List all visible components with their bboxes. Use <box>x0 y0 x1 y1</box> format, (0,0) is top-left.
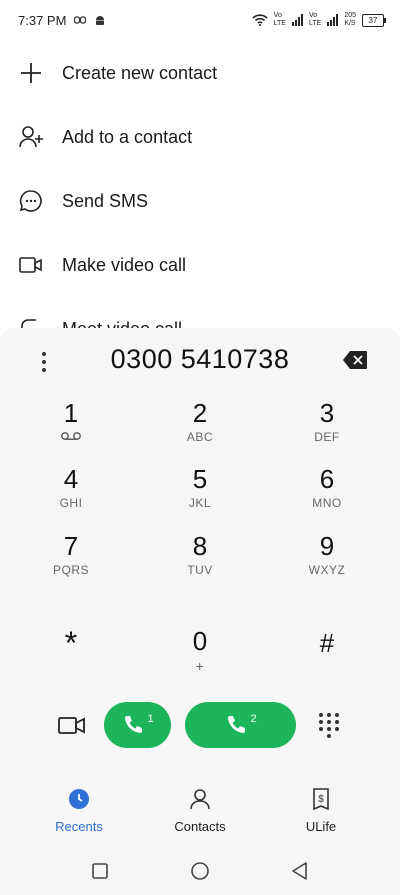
tab-contacts[interactable]: Contacts <box>145 788 255 834</box>
video-camera-icon <box>19 257 42 273</box>
key-digit: 6 <box>319 464 335 494</box>
phone-icon <box>125 716 143 733</box>
status-bar: 7:37 PM Vo LTE Vo LTE 205 K/S 37 <box>0 0 400 40</box>
key-letters: PQRS <box>52 563 89 577</box>
key-letters: ABC <box>186 430 214 444</box>
menu-item-label: Send SMS <box>62 190 149 211</box>
android-icon <box>96 16 105 25</box>
status-left: 7:37 PM <box>18 13 106 28</box>
tab-recents[interactable]: Recents <box>24 788 134 834</box>
recent-apps-icon[interactable] <box>87 858 113 884</box>
video-call-icon[interactable] <box>58 712 86 738</box>
home-icon[interactable] <box>187 858 213 884</box>
send-sms-item[interactable]: Send SMS <box>0 169 400 233</box>
number-actions-menu: Create new contact Add to a contact Send… <box>0 40 400 328</box>
menu-item-label: Add to a contact <box>62 126 193 147</box>
tab-label: ULife <box>305 819 337 834</box>
key-digit: 9 <box>319 531 335 561</box>
chat-bubble-icon <box>19 190 42 212</box>
call-sim2-button[interactable]: 2 <box>185 702 296 748</box>
svg-text:$: $ <box>318 794 324 805</box>
dialed-number[interactable]: 0300 5410738 <box>80 344 320 375</box>
menu-item-label: Create new contact <box>62 62 218 83</box>
key-letters: GHI <box>59 496 83 510</box>
status-right: Vo LTE Vo LTE 205 K/S 37 <box>252 12 386 28</box>
battery-icon: 37 <box>362 13 386 27</box>
link-icon <box>74 16 87 24</box>
volte-badge-1: Vo LTE <box>273 12 286 27</box>
key-1[interactable]: 1 <box>16 398 126 458</box>
key-6[interactable]: 6 MNO <box>272 464 382 524</box>
key-digit: * <box>64 625 78 661</box>
key-letters: JKL <box>188 496 212 510</box>
key-letters: MNO <box>312 496 342 510</box>
create-new-contact-item[interactable]: Create new contact <box>0 41 400 105</box>
more-options-icon[interactable] <box>36 350 52 374</box>
key-digit: 7 <box>63 531 79 561</box>
sim-label: 1 <box>147 713 154 725</box>
key-9[interactable]: 9 WXYZ <box>272 531 382 591</box>
key-hash[interactable]: # <box>272 628 382 688</box>
key-digit: 2 <box>192 398 208 428</box>
tab-label: Recents <box>55 819 103 834</box>
key-letters: DEF <box>314 430 340 444</box>
key-star[interactable]: * <box>16 625 126 688</box>
wifi-icon <box>252 14 268 26</box>
menu-item-label: Make video call <box>62 254 187 275</box>
back-icon[interactable] <box>287 858 313 884</box>
make-video-call-item[interactable]: Make video call <box>0 233 400 297</box>
status-time: 7:37 PM <box>18 12 67 28</box>
menu-item-label: Meet video call <box>62 319 182 329</box>
sim-label: 2 <box>250 713 257 725</box>
dialpad-panel: 0300 5410738 1 2 ABC 3 DEF 4 GHI 5 JKL 6… <box>0 328 400 895</box>
key-digit: 5 <box>192 464 208 494</box>
key-5[interactable]: 5 JKL <box>145 464 255 524</box>
key-digit: 3 <box>319 398 335 428</box>
plus-icon <box>21 63 41 83</box>
key-8[interactable]: 8 TUV <box>145 531 255 591</box>
dollar-tag-icon: $ <box>313 788 329 811</box>
tab-ulife[interactable]: $ ULife <box>266 788 376 834</box>
add-to-contact-item[interactable]: Add to a contact <box>0 105 400 169</box>
phone-icon <box>228 716 246 733</box>
signal-icon-1 <box>291 14 303 26</box>
key-digit: 8 <box>192 531 208 561</box>
clock-icon <box>69 789 89 809</box>
network-speed: 205 K/S <box>344 12 356 27</box>
key-2[interactable]: 2 ABC <box>145 398 255 458</box>
system-nav-bar <box>0 850 400 890</box>
bottom-tab-bar: Recents Contacts $ ULife <box>0 788 400 848</box>
call-sim1-button[interactable]: 1 <box>104 702 171 748</box>
key-letters: WXYZ <box>308 563 346 577</box>
meet-video-icon <box>21 319 36 328</box>
key-4[interactable]: 4 GHI <box>16 464 126 524</box>
key-digit: 4 <box>63 464 79 494</box>
key-digit: # <box>319 628 335 658</box>
key-digit: 0 <box>192 626 208 656</box>
key-letters: TUV <box>187 563 213 577</box>
backspace-icon[interactable] <box>342 350 368 370</box>
person-icon <box>190 789 210 810</box>
key-letters: + <box>195 658 205 674</box>
signal-icon-2 <box>327 14 339 26</box>
volte-badge-2: Vo LTE <box>308 12 322 27</box>
key-digit: 1 <box>63 398 79 428</box>
meet-video-call-item[interactable]: Meet video call <box>0 297 400 328</box>
add-person-icon <box>19 126 43 148</box>
key-0[interactable]: 0 + <box>145 626 255 686</box>
dialpad-grid-icon[interactable] <box>318 712 340 738</box>
tab-label: Contacts <box>174 819 226 834</box>
key-3[interactable]: 3 DEF <box>272 398 382 458</box>
key-7[interactable]: 7 PQRS <box>16 531 126 591</box>
voicemail-icon <box>61 432 81 440</box>
